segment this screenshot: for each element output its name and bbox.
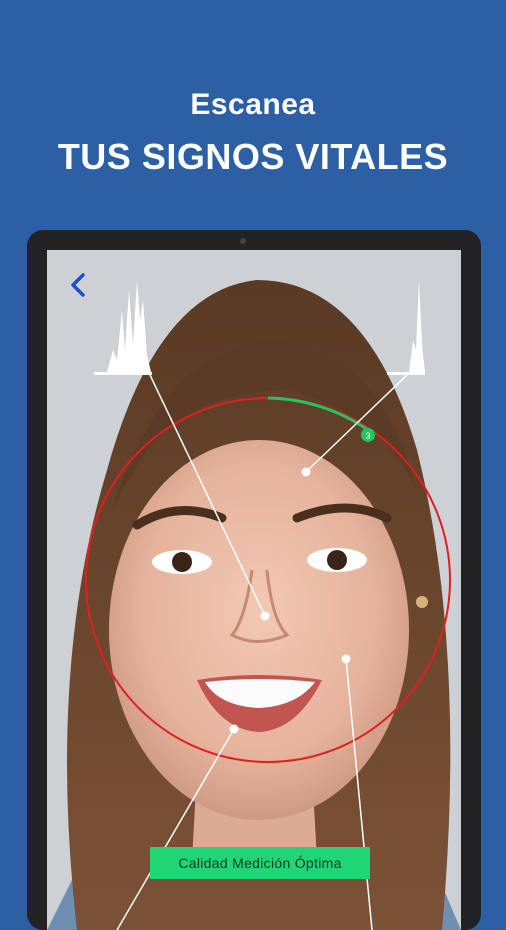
face: [109, 440, 409, 820]
back-button[interactable]: [65, 272, 91, 298]
quality-badge: Calidad Medición Óptima: [150, 847, 370, 879]
headline-title: TUS SIGNOS VITALES: [57, 136, 449, 177]
tablet-frame: 3 Calidad Medición Óptima: [27, 230, 481, 930]
progress-dot-label: 3: [365, 431, 370, 441]
camera-view: 3 Calidad Medición Óptima: [47, 250, 461, 930]
face-scan-illustration: 3: [47, 250, 461, 930]
headline-subtitle: Escanea: [190, 88, 316, 121]
chevron-left-icon: [71, 273, 85, 297]
front-camera: [240, 238, 246, 244]
